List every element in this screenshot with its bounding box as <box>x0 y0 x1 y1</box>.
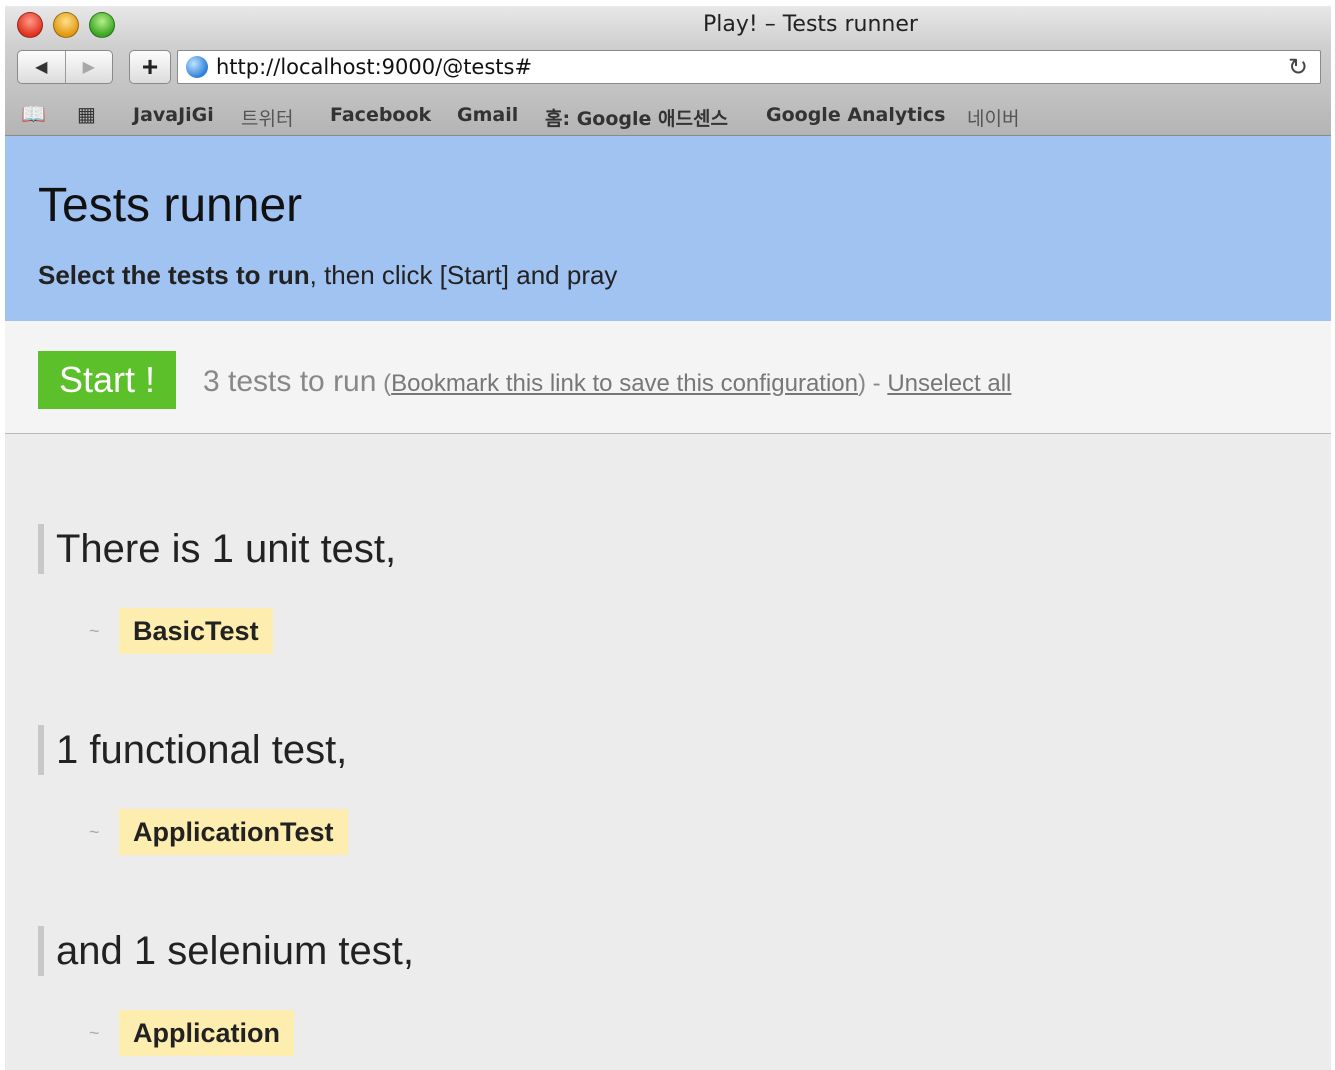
bookmark-config-link[interactable]: Bookmark this link to save this configur… <box>391 370 858 397</box>
back-arrow-icon: ◀ <box>35 59 48 76</box>
test-name-application[interactable]: Application <box>119 1010 294 1056</box>
url-text: http://localhost:9000/@tests# <box>216 55 533 79</box>
bookmarks-bar: 📖 ▦ JavaJiGi 트위터 Facebook Gmail 홈: Googl… <box>5 92 1331 136</box>
unit-tests-heading: There is 1 unit test, <box>38 524 396 574</box>
nav-buttons: ◀ ▶ <box>17 50 113 84</box>
globe-icon <box>186 56 208 78</box>
test-item-unit[interactable]: ~ BasicTest <box>89 608 273 654</box>
book-icon[interactable]: 📖 <box>21 102 46 127</box>
grid-icon[interactable]: ▦ <box>77 102 96 127</box>
tests-count: 3 tests to run <box>203 365 377 398</box>
test-name-applicationtest[interactable]: ApplicationTest <box>119 809 348 855</box>
test-item-functional[interactable]: ~ ApplicationTest <box>89 809 348 855</box>
plus-icon: + <box>141 51 159 82</box>
forward-button[interactable]: ▶ <box>64 51 113 83</box>
bookmark-google-analytics[interactable]: Google Analytics <box>766 104 945 126</box>
tilde-marker: ~ <box>89 1022 100 1043</box>
page-title: Tests runner <box>38 179 303 232</box>
bookmark-gmail[interactable]: Gmail <box>457 104 518 126</box>
bookmark-javajigi[interactable]: JavaJiGi <box>133 104 214 126</box>
subtitle-rest: , then click [Start] and pray <box>309 260 618 290</box>
run-info: 3 tests to run (Bookmark this link to sa… <box>203 365 1011 399</box>
window-title: Play! – Tests runner <box>703 12 918 37</box>
address-bar[interactable]: http://localhost:9000/@tests# ↻ <box>177 50 1321 84</box>
paren-close: ) - <box>858 370 888 397</box>
page-header: Tests runner Select the tests to run, th… <box>5 136 1331 321</box>
title-bar: Play! – Tests runner <box>5 6 1331 46</box>
bookmark-adsense[interactable]: 홈: Google 애드센스 <box>545 104 728 131</box>
page-subtitle: Select the tests to run, then click [Sta… <box>38 260 617 291</box>
reload-icon[interactable]: ↻ <box>1288 53 1308 82</box>
subtitle-bold: Select the tests to run <box>38 260 310 290</box>
functional-tests-heading: 1 functional test, <box>38 725 347 775</box>
selenium-tests-heading: and 1 selenium test, <box>38 926 414 976</box>
test-name-basictest[interactable]: BasicTest <box>119 608 273 654</box>
browser-window: Play! – Tests runner ◀ ▶ + http://localh… <box>5 6 1331 1070</box>
run-bar: Start ! 3 tests to run (Bookmark this li… <box>5 321 1331 434</box>
bookmark-facebook[interactable]: Facebook <box>330 104 431 126</box>
browser-toolbar: ◀ ▶ + http://localhost:9000/@tests# ↻ <box>5 46 1331 92</box>
tilde-marker: ~ <box>89 620 100 641</box>
back-button[interactable]: ◀ <box>18 51 65 83</box>
test-item-selenium[interactable]: ~ Application <box>89 1010 294 1056</box>
paren-open: ( <box>376 370 392 397</box>
forward-arrow-icon: ▶ <box>82 59 95 76</box>
add-bookmark-button[interactable]: + <box>129 50 171 84</box>
tilde-marker: ~ <box>89 821 100 842</box>
bookmark-twitter[interactable]: 트위터 <box>241 104 293 131</box>
start-button[interactable]: Start ! <box>38 351 176 409</box>
bookmark-naver[interactable]: 네이버 <box>967 104 1019 131</box>
unselect-all-link[interactable]: Unselect all <box>887 370 1011 397</box>
